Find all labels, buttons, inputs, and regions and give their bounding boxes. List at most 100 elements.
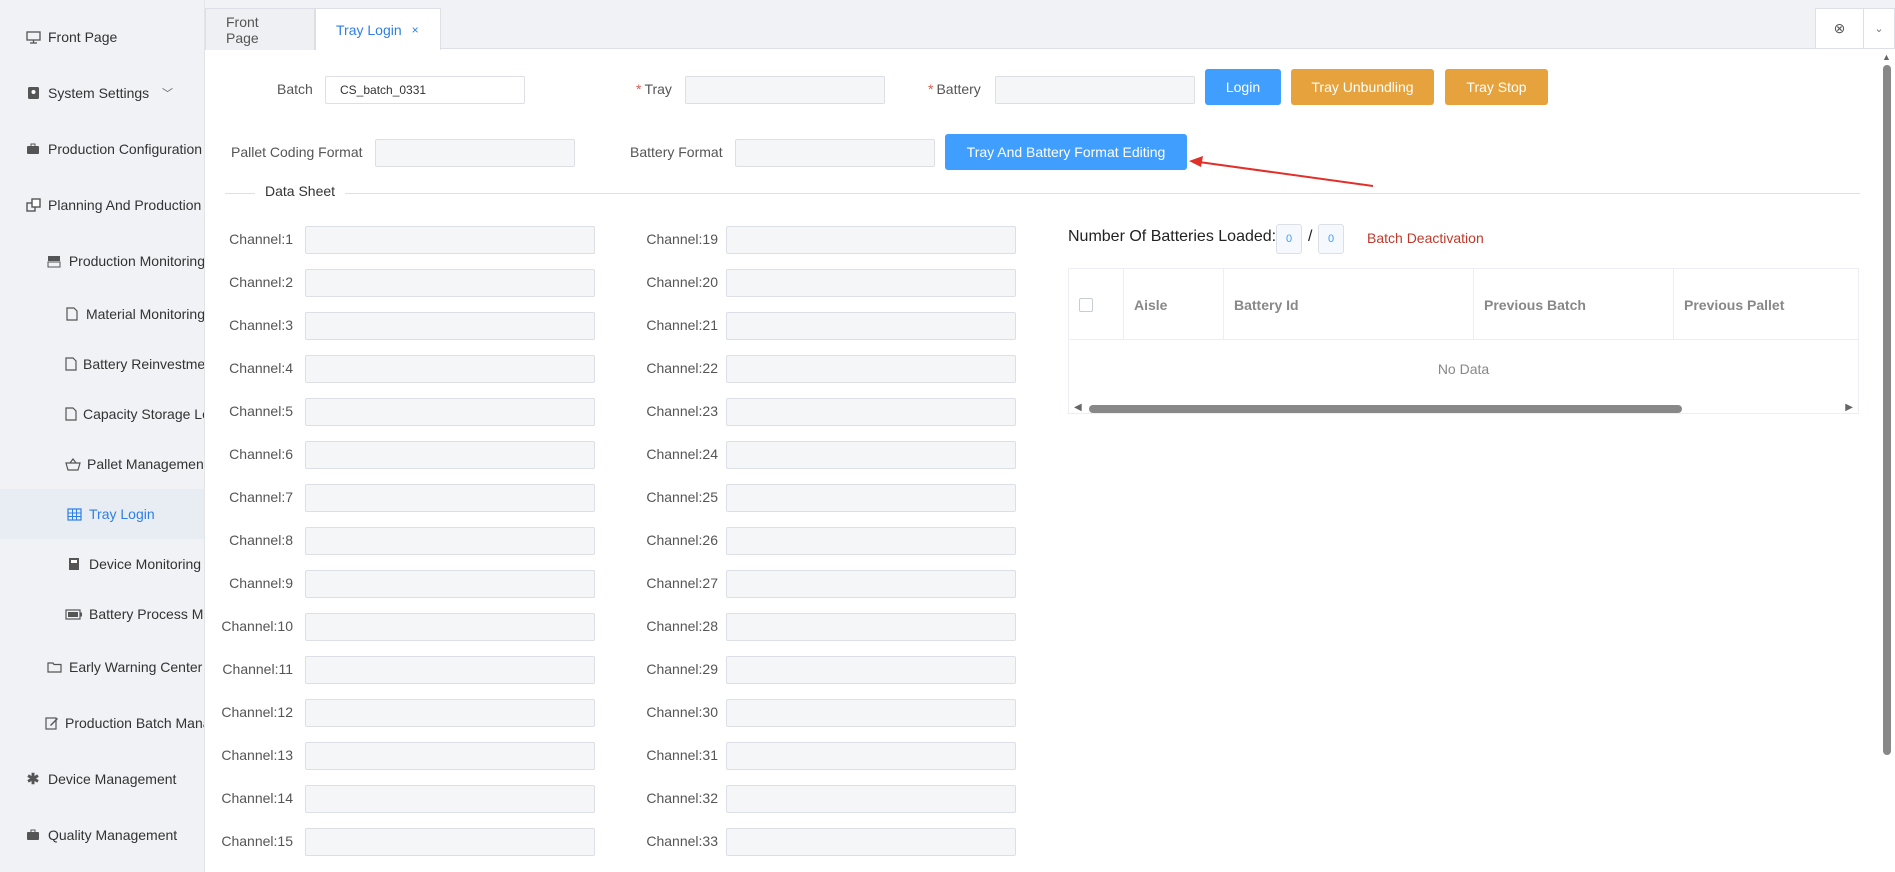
channel-input[interactable] <box>305 785 595 813</box>
channel-label: Channel:22 <box>646 360 718 376</box>
channel-input[interactable] <box>726 613 1016 641</box>
batch-input[interactable]: CS_batch_0331 <box>325 76 525 104</box>
tab-tools: ⊗ ⌄ <box>1815 8 1895 49</box>
channel-input[interactable] <box>726 656 1016 684</box>
sidebar-item-device-management[interactable]: ✱ Device Management <box>0 754 204 804</box>
column-previous-pallet[interactable]: Previous Pallet <box>1674 269 1858 340</box>
sidebar-item-battery-process[interactable]: Battery Process Management <box>0 589 204 639</box>
channel-input[interactable] <box>305 570 595 598</box>
channel-label: Channel:13 <box>221 747 293 763</box>
channel-input[interactable] <box>305 613 595 641</box>
channel-label: Channel:10 <box>221 618 293 634</box>
channel-label: Channel:7 <box>229 489 293 505</box>
chevron-down-icon[interactable]: ⌄ <box>1864 22 1894 35</box>
tab-tray-login[interactable]: Tray Login × <box>315 8 441 50</box>
tab-bar: Front Page Tray Login × ⊗ ⌄ <box>205 0 1895 50</box>
channel-input[interactable] <box>726 269 1016 297</box>
channel-label: Channel:24 <box>646 446 718 462</box>
channel-label: Channel:9 <box>229 575 293 591</box>
tray-stop-button[interactable]: Tray Stop <box>1445 69 1548 105</box>
monitor-icon <box>24 29 42 45</box>
tray-unbundling-button[interactable]: Tray Unbundling <box>1291 69 1434 105</box>
channel-input[interactable] <box>305 742 595 770</box>
channel-input[interactable] <box>305 269 595 297</box>
battery-label: * Battery <box>928 81 981 97</box>
channel-label: Channel:11 <box>222 661 293 677</box>
channel-label: Channel:33 <box>646 833 718 849</box>
channel-input[interactable] <box>305 484 595 512</box>
sidebar-item-tray-login[interactable]: Tray Login <box>0 489 204 539</box>
pallet-coding-format-input[interactable] <box>375 139 575 167</box>
sidebar-item-system-settings[interactable]: System Settings ﹀ <box>0 68 204 118</box>
scroll-up-icon[interactable]: ▲ <box>1882 52 1891 62</box>
channel-input[interactable] <box>726 441 1016 469</box>
sidebar-item-capacity-storage[interactable]: Capacity Storage Log <box>0 389 205 439</box>
batch-deactivation-link[interactable]: Batch Deactivation <box>1367 230 1484 246</box>
sidebar-item-label: Battery Reinvestment <box>83 356 205 372</box>
vertical-scrollbar[interactable] <box>1883 65 1891 755</box>
close-icon[interactable]: × <box>412 23 419 37</box>
column-battery-id[interactable]: Battery Id <box>1224 269 1474 340</box>
channel-label: Channel:32 <box>646 790 718 806</box>
sidebar-item-planning[interactable]: Planning And Production <box>0 180 204 230</box>
column-previous-batch[interactable]: Previous Batch <box>1474 269 1674 340</box>
sidebar-item-early-warning[interactable]: Early Warning Center <box>0 642 204 692</box>
channel-input[interactable] <box>726 570 1016 598</box>
channel-input[interactable] <box>305 441 595 469</box>
channel-input[interactable] <box>305 312 595 340</box>
document-icon <box>65 406 77 422</box>
channel-input[interactable] <box>726 527 1016 555</box>
channel-input[interactable] <box>726 484 1016 512</box>
channel-input[interactable] <box>726 398 1016 426</box>
channel-input[interactable] <box>305 699 595 727</box>
channel-input[interactable] <box>726 785 1016 813</box>
scroll-left-icon[interactable]: ◀ <box>1074 402 1082 413</box>
tab-front-page[interactable]: Front Page <box>205 8 315 50</box>
sidebar-item-production-configuration[interactable]: Production Configuration <box>0 124 204 174</box>
sidebar-item-label: Capacity Storage Log <box>83 406 205 422</box>
close-all-icon[interactable]: ⊗ <box>1816 8 1864 49</box>
channel-input[interactable] <box>305 226 595 254</box>
channel-input[interactable] <box>305 398 595 426</box>
sidebar-item-label: Planning And Production <box>48 197 202 213</box>
channel-input[interactable] <box>305 527 595 555</box>
sidebar-item-front-page[interactable]: Front Page <box>0 12 204 62</box>
channel-input[interactable] <box>726 355 1016 383</box>
sidebar-item-production-batch[interactable]: Production Batch Management <box>0 698 204 748</box>
sidebar-item-quality-management[interactable]: Quality Management <box>0 810 204 860</box>
channel-input[interactable] <box>305 828 595 856</box>
select-all-checkbox[interactable] <box>1079 297 1093 312</box>
channel-input[interactable] <box>726 312 1016 340</box>
channel-input[interactable] <box>726 226 1016 254</box>
sidebar-item-label: Production Configuration <box>48 141 203 157</box>
channel-input[interactable] <box>305 656 595 684</box>
sidebar-item-label: Early Warning Center <box>69 659 203 675</box>
channel-label: Channel:14 <box>221 790 293 806</box>
data-sheet-label: Data Sheet <box>255 183 346 199</box>
horizontal-scrollbar[interactable] <box>1089 405 1682 413</box>
sidebar-item-pallet-management[interactable]: Pallet Management <box>0 439 205 489</box>
sidebar-item-device-monitoring[interactable]: Device Monitoring <box>0 539 204 589</box>
channel-input[interactable] <box>305 355 595 383</box>
column-aisle[interactable]: Aisle <box>1124 269 1224 340</box>
tray-battery-format-editing-button[interactable]: Tray And Battery Format Editing <box>945 134 1187 170</box>
sidebar-item-production-monitoring[interactable]: Production Monitoring <box>0 236 204 286</box>
batteries-table: Aisle Battery Id Previous Batch Previous… <box>1068 268 1859 414</box>
scroll-right-icon[interactable]: ▶ <box>1845 402 1853 413</box>
channel-label: Channel:23 <box>646 403 718 419</box>
channel-label: Channel:1 <box>229 231 293 247</box>
channel-input[interactable] <box>726 742 1016 770</box>
channel-label: Channel:2 <box>229 274 293 290</box>
battery-icon <box>65 606 83 622</box>
login-button[interactable]: Login <box>1205 69 1281 105</box>
channel-input[interactable] <box>726 699 1016 727</box>
sidebar-item-material-monitoring[interactable]: Material Monitoring <box>0 289 204 339</box>
channel-input[interactable] <box>726 828 1016 856</box>
sidebar-item-battery-reinvestment[interactable]: Battery Reinvestment <box>0 339 205 389</box>
table-header: Aisle Battery Id Previous Batch Previous… <box>1069 269 1858 340</box>
battery-input[interactable] <box>995 76 1195 104</box>
tray-input[interactable] <box>685 76 885 104</box>
tab-label: Front Page <box>226 13 259 46</box>
sidebar-item-label: Pallet Management <box>87 456 205 472</box>
battery-format-input[interactable] <box>735 139 935 167</box>
